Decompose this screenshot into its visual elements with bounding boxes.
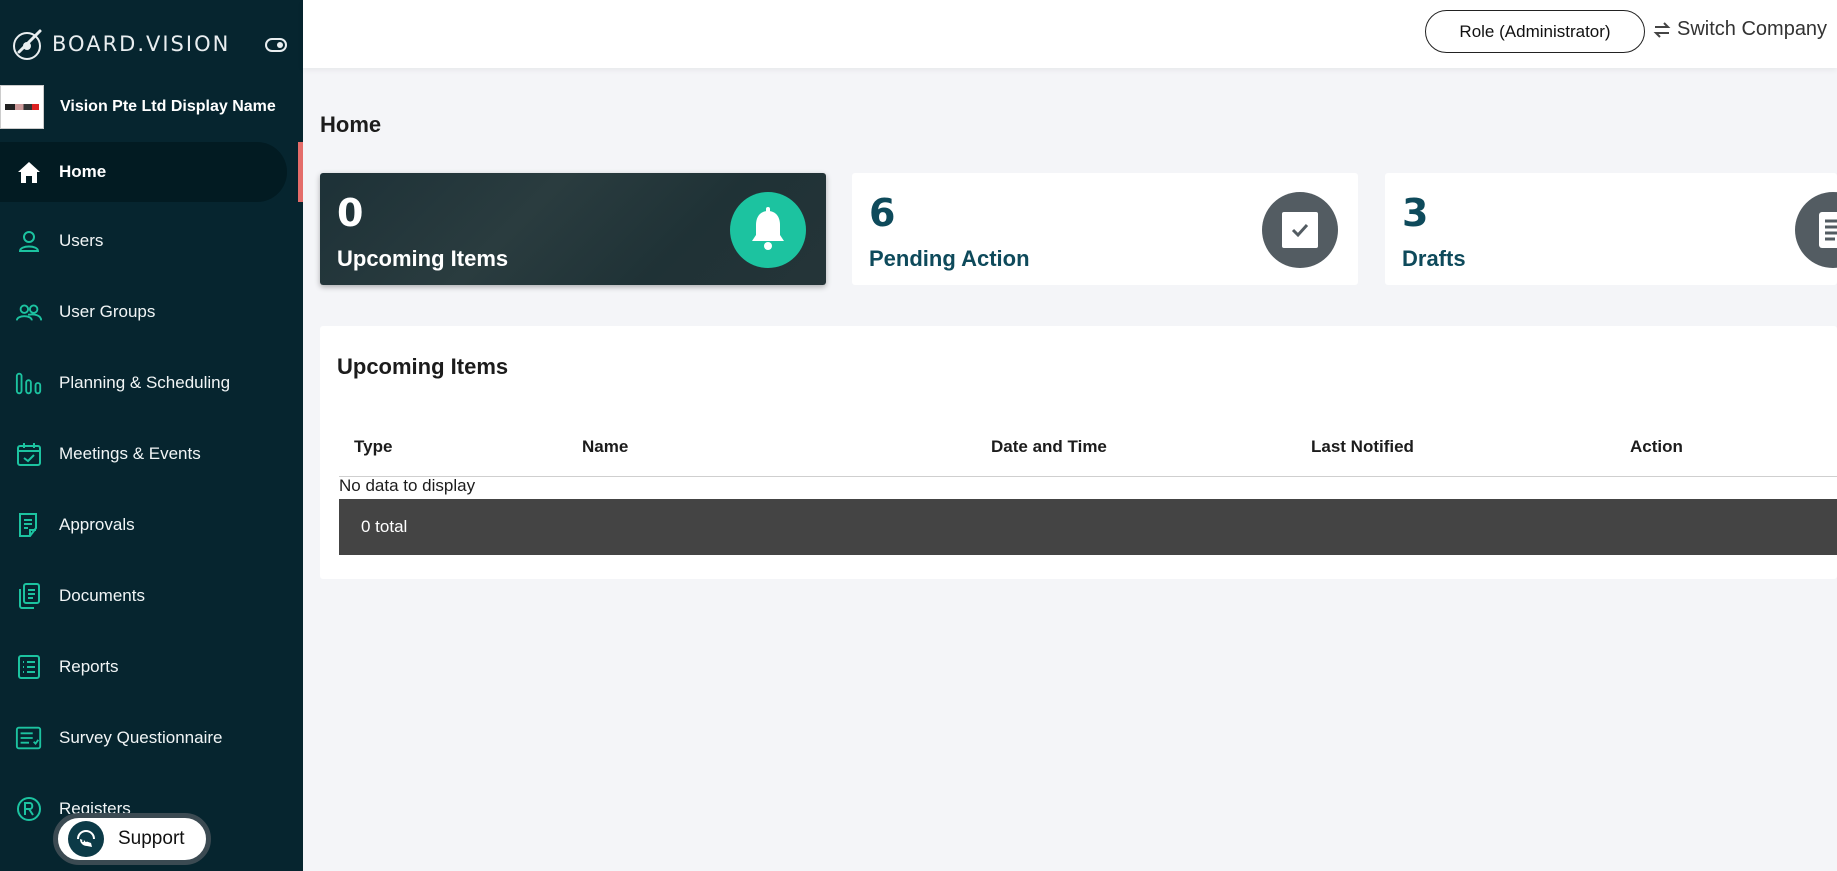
brand[interactable]: BOARD.VISION bbox=[10, 26, 230, 62]
table-footer: 0 total bbox=[339, 499, 1837, 555]
bell-icon bbox=[730, 192, 806, 268]
survey-icon bbox=[15, 724, 43, 752]
company-name: Vision Pte Ltd Display Name bbox=[60, 98, 276, 115]
column-header-date-time[interactable]: Date and Time bbox=[991, 432, 1107, 477]
empty-state-text: No data to display bbox=[339, 476, 476, 495]
sidebar-item-survey-questionnaire[interactable]: Survey Questionnaire bbox=[0, 702, 303, 773]
sidebar-item-label: Planning & Scheduling bbox=[59, 372, 231, 392]
sidebar-item-documents[interactable]: Documents bbox=[0, 560, 303, 631]
sidebar: BOARD.VISION Vision Pte Ltd Display Name… bbox=[0, 0, 303, 871]
page-title: Home bbox=[320, 112, 382, 137]
pending-action-card[interactable]: 6 Pending Action bbox=[852, 173, 1358, 285]
list-icon bbox=[15, 653, 43, 681]
checkbox-icon bbox=[1262, 192, 1338, 268]
bars-icon bbox=[15, 369, 43, 397]
sidebar-item-label: Users bbox=[59, 230, 104, 250]
upcoming-label: Upcoming Items bbox=[337, 246, 509, 271]
top-header: Role (Administrator) Switch Company bbox=[303, 0, 1837, 68]
sidebar-item-approvals[interactable]: Approvals bbox=[0, 489, 303, 560]
pending-count: 6 bbox=[869, 191, 896, 235]
approval-doc-icon bbox=[15, 511, 43, 539]
drafts-card[interactable]: 3 Drafts bbox=[1385, 173, 1837, 285]
column-header-name[interactable]: Name bbox=[582, 432, 628, 477]
sidebar-toggle-icon[interactable] bbox=[265, 37, 287, 53]
upcoming-items-panel: Upcoming Items Type Name Date and Time L… bbox=[320, 326, 1837, 579]
user-icon bbox=[15, 227, 43, 255]
sidebar-item-label: User Groups bbox=[59, 301, 156, 321]
sidebar-nav: Home Users User Groups Planning & Schedu… bbox=[0, 142, 303, 844]
column-header-action[interactable]: Action bbox=[1630, 432, 1683, 477]
active-item-marker bbox=[298, 142, 303, 202]
role-button[interactable]: Role (Administrator) bbox=[1425, 10, 1645, 53]
total-count: 0 total bbox=[361, 517, 408, 536]
swap-icon bbox=[1653, 21, 1671, 38]
users-icon bbox=[15, 298, 43, 326]
company-logo bbox=[0, 85, 44, 129]
registered-icon bbox=[15, 795, 43, 823]
upcoming-items-card[interactable]: 0 Upcoming Items bbox=[320, 173, 826, 285]
column-header-type[interactable]: Type bbox=[354, 432, 392, 477]
home-icon bbox=[15, 158, 43, 186]
pending-label: Pending Action bbox=[869, 246, 1030, 271]
upcoming-count: 0 bbox=[337, 191, 364, 235]
column-header-last-notified[interactable]: Last Notified bbox=[1311, 432, 1414, 477]
support-button[interactable]: Support bbox=[53, 813, 211, 865]
sidebar-item-label: Meetings & Events bbox=[59, 443, 201, 463]
sidebar-item-label: Approvals bbox=[59, 514, 135, 534]
company-switcher[interactable]: Vision Pte Ltd Display Name bbox=[0, 85, 303, 129]
table-header: Type Name Date and Time Last Notified Ac… bbox=[339, 432, 1837, 477]
sidebar-item-planning-scheduling[interactable]: Planning & Scheduling bbox=[0, 347, 303, 418]
document-icon bbox=[1795, 192, 1837, 268]
switch-company-button[interactable]: Switch Company bbox=[1651, 18, 1827, 41]
sidebar-item-reports[interactable]: Reports bbox=[0, 631, 303, 702]
chat-support-icon bbox=[68, 821, 104, 857]
switch-company-label: Switch Company bbox=[1677, 18, 1828, 40]
sidebar-item-label: Home bbox=[59, 162, 107, 181]
board-vision-logo-icon bbox=[13, 29, 42, 60]
sidebar-item-users[interactable]: Users bbox=[0, 205, 303, 276]
sidebar-item-home[interactable]: Home bbox=[0, 142, 303, 202]
sidebar-item-label: Documents bbox=[59, 585, 145, 605]
documents-icon bbox=[15, 582, 43, 610]
sidebar-item-label: Reports bbox=[59, 656, 119, 676]
panel-title: Upcoming Items bbox=[337, 354, 509, 379]
drafts-count: 3 bbox=[1402, 191, 1429, 235]
calendar-check-icon bbox=[15, 440, 43, 468]
sidebar-item-label: Survey Questionnaire bbox=[59, 727, 223, 747]
brand-name: BOARD.VISION bbox=[52, 32, 231, 56]
drafts-label: Drafts bbox=[1402, 246, 1466, 271]
support-label: Support bbox=[118, 828, 185, 849]
sidebar-item-meetings-events[interactable]: Meetings & Events bbox=[0, 418, 303, 489]
sidebar-item-user-groups[interactable]: User Groups bbox=[0, 276, 303, 347]
